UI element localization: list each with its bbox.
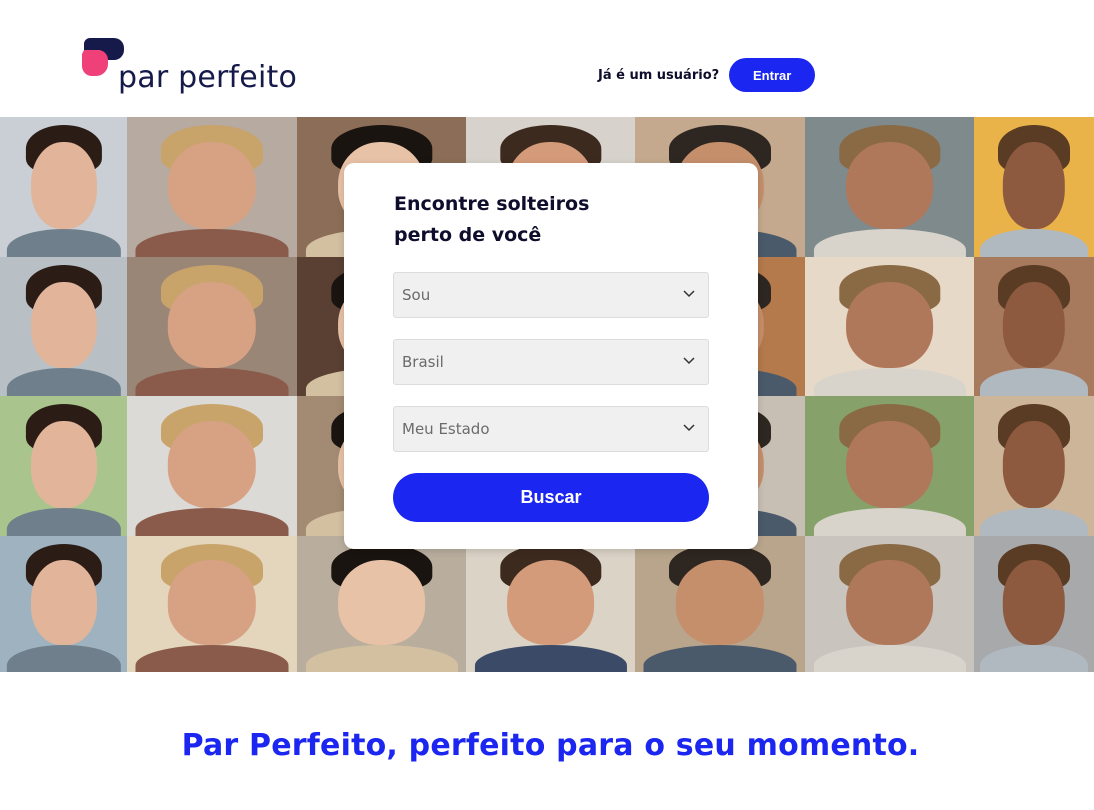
profile-photo xyxy=(0,257,127,396)
state-select[interactable]: Meu Estado xyxy=(393,406,709,452)
logo-wordmark: par perfeito xyxy=(118,60,298,95)
gender-select[interactable]: Sou xyxy=(393,272,709,318)
profile-photo xyxy=(805,117,974,257)
chevron-down-icon xyxy=(683,424,695,432)
profile-photo xyxy=(974,536,1094,672)
profile-photo xyxy=(0,396,127,536)
search-button[interactable]: Buscar xyxy=(393,473,709,522)
site-header: par perfeito Já é um usuário? Entrar xyxy=(0,0,1094,117)
gender-select-value: Sou xyxy=(402,286,431,304)
profile-photo xyxy=(974,257,1094,396)
chevron-down-icon xyxy=(683,290,695,298)
profile-photo xyxy=(127,536,297,672)
title-line-1: Encontre solteiros xyxy=(394,193,590,215)
profile-photo xyxy=(127,117,297,257)
login-area: Já é um usuário? Entrar xyxy=(598,58,816,92)
profile-photo xyxy=(0,536,127,672)
state-select-value: Meu Estado xyxy=(402,420,490,438)
profile-photo xyxy=(297,536,466,672)
chevron-down-icon xyxy=(683,357,695,365)
profile-photo xyxy=(127,396,297,536)
country-select-value: Brasil xyxy=(402,353,444,371)
tagline: Par Perfeito, perfeito para o seu moment… xyxy=(181,728,920,763)
profile-photo xyxy=(127,257,297,396)
profile-photo xyxy=(805,396,974,536)
login-button[interactable]: Entrar xyxy=(729,58,816,92)
profile-photo xyxy=(805,257,974,396)
country-select[interactable]: Brasil xyxy=(393,339,709,385)
profile-photo xyxy=(805,536,974,672)
existing-user-text: Já é um usuário? xyxy=(598,67,720,83)
title-line-2: perto de você xyxy=(394,224,542,246)
profile-photo xyxy=(466,536,635,672)
profile-photo xyxy=(974,117,1094,257)
search-card-title: Encontre solteiros perto de você xyxy=(394,189,694,251)
profile-photo xyxy=(974,396,1094,536)
profile-photo xyxy=(635,536,805,672)
profile-photo xyxy=(0,117,127,257)
search-card: Encontre solteiros perto de você Sou Bra… xyxy=(344,163,758,549)
brand-logo[interactable]: par perfeito xyxy=(80,36,310,100)
